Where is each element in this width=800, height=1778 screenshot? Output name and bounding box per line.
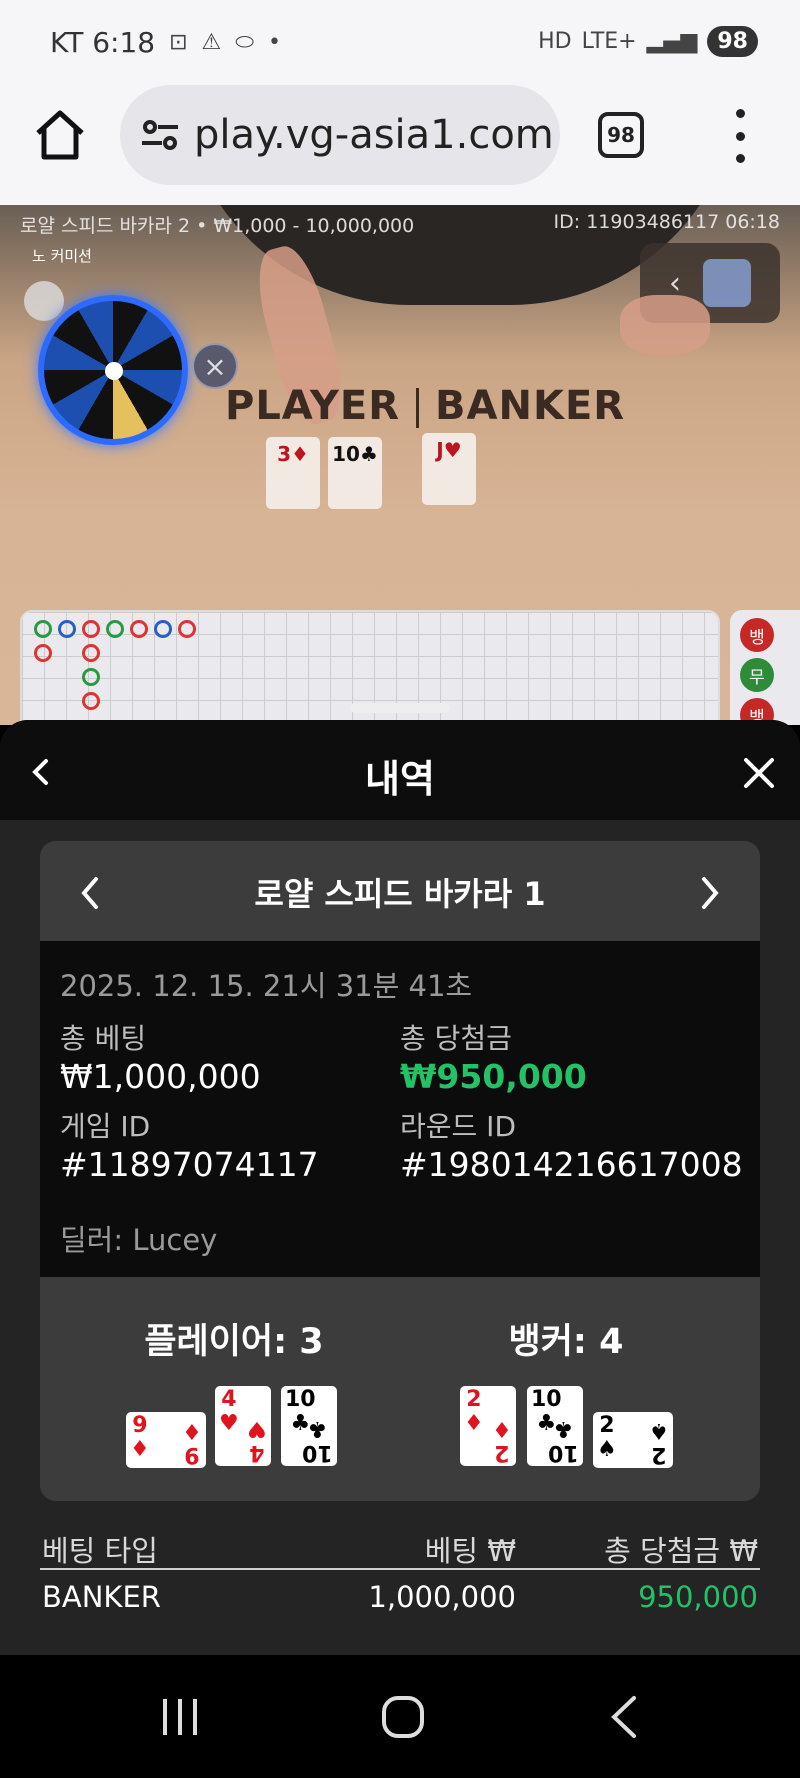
expand-icon bbox=[703, 259, 751, 307]
address-bar[interactable]: play.vg-asia1.com bbox=[120, 85, 560, 185]
next-icon[interactable] bbox=[696, 875, 724, 911]
system-nav-bar bbox=[0, 1655, 800, 1778]
site-settings-icon[interactable] bbox=[138, 113, 182, 157]
no-commission-label: 노 커미션 bbox=[32, 247, 92, 265]
bet-amount: 1,000,000 bbox=[368, 1580, 516, 1614]
win-amount: 950,000 bbox=[638, 1580, 758, 1614]
game-id-time: ID: 11903486117 06:18 bbox=[553, 211, 780, 233]
more-menu-icon[interactable] bbox=[728, 109, 752, 163]
road-tie: 무 bbox=[740, 658, 774, 692]
dealer-hand bbox=[620, 295, 710, 355]
home-nav-icon[interactable] bbox=[378, 1695, 428, 1739]
status-bar: KT 6:18 ⊡ ⚠ ⬭ • HD LTE+ ▂▄▆ 98 bbox=[0, 0, 800, 85]
indicator-dot bbox=[24, 281, 64, 321]
side-road: 뱅 무 뱅 bbox=[730, 610, 800, 725]
total-bet-label: 총 베팅 bbox=[60, 1022, 147, 1055]
dot-icon: • bbox=[268, 30, 282, 55]
round-id-label: 라운드 ID bbox=[400, 1110, 516, 1143]
warning-icon: ⚠ bbox=[201, 30, 222, 55]
signal-icon: ▂▄▆ bbox=[646, 29, 698, 54]
dealer-name: 딜러: Lucey bbox=[60, 1223, 218, 1257]
battery-icon: 98 bbox=[707, 26, 758, 57]
total-win-value: ₩950,000 bbox=[400, 1057, 587, 1096]
history-sheet: 내역 로얄 스피드 바카라 1 2025. 12. 15. 21시 31분 41… bbox=[0, 720, 800, 1655]
tab-switcher-button[interactable]: 98 bbox=[598, 112, 644, 158]
player-card: 9 ♦ 9 ♦ bbox=[126, 1412, 206, 1468]
table-card: 3♦ bbox=[266, 437, 320, 509]
round-timestamp: 2025. 12. 15. 21시 31분 41초 bbox=[60, 969, 473, 1003]
player-result: 플레이어: 3 bbox=[144, 1322, 324, 1362]
column-win-amount: 총 당첨금 ₩ bbox=[604, 1534, 758, 1568]
sheet-header: 내역 bbox=[0, 720, 800, 820]
player-card: 10 ♣ 10 ♣ bbox=[281, 1386, 337, 1466]
screenshot-icon: ⊡ bbox=[169, 30, 188, 55]
lte-icon: LTE+ bbox=[581, 29, 637, 54]
round-summary: 2025. 12. 15. 21시 31분 41초 총 베팅 ₩1,000,00… bbox=[40, 941, 760, 1277]
hands-result: 플레이어: 3 뱅커: 4 9 ♦ 9 ♦ 4 ♥ 4 ♥ 10 ♣ 10 ♣ 2 ♦ bbox=[40, 1277, 760, 1501]
game-selector: 로얄 스피드 바카라 1 bbox=[40, 841, 760, 941]
game-name: 로얄 스피드 바카라 1 bbox=[254, 875, 546, 913]
url-text: play.vg-asia1.com bbox=[194, 112, 554, 158]
table-label: PLAYER BANKER bbox=[225, 383, 626, 429]
banker-card: 10 ♣ 10 ♣ bbox=[527, 1386, 583, 1466]
game-id-value: #11897074117 bbox=[60, 1145, 319, 1184]
bonus-wheel[interactable] bbox=[38, 295, 188, 445]
game-video: 로얄 스피드 바카라 2 • ₩1,000 - 10,000,000 ID: 1… bbox=[0, 205, 800, 725]
table-header: 베팅 타입 베팅 ₩ 총 당첨금 ₩ bbox=[40, 1520, 760, 1570]
bet-type: BANKER bbox=[42, 1580, 161, 1614]
banker-card: 2 ♠ 2 ♠ bbox=[593, 1412, 673, 1468]
table-card: J♥ bbox=[422, 433, 476, 505]
table-row: BANKER 1,000,000 950,000 bbox=[40, 1572, 760, 1620]
column-bet-amount: 베팅 ₩ bbox=[424, 1534, 516, 1568]
total-win-label: 총 당첨금 bbox=[400, 1022, 512, 1055]
game-id-label: 게임 ID bbox=[60, 1110, 151, 1143]
player-card: 4 ♥ 4 ♥ bbox=[215, 1386, 271, 1466]
browser-toolbar: play.vg-asia1.com 98 bbox=[0, 85, 800, 205]
banker-result: 뱅커: 4 bbox=[508, 1322, 624, 1362]
table-card: 10♣ bbox=[328, 437, 382, 509]
carrier-time: KT 6:18 bbox=[50, 26, 156, 59]
round-id-value: #198014216617008 bbox=[400, 1145, 743, 1184]
road-banker: 뱅 bbox=[740, 618, 774, 652]
screen: KT 6:18 ⊡ ⚠ ⬭ • HD LTE+ ▂▄▆ 98 play.vg-a… bbox=[0, 0, 800, 1778]
banker-card: 2 ♦ 2 ♦ bbox=[460, 1386, 516, 1466]
recent-apps-icon[interactable] bbox=[155, 1695, 205, 1739]
game-info: 로얄 스피드 바카라 2 • ₩1,000 - 10,000,000 bbox=[20, 215, 415, 237]
drag-handle[interactable] bbox=[350, 703, 450, 713]
round-detail-card: 로얄 스피드 바카라 1 2025. 12. 15. 21시 31분 41초 총… bbox=[40, 841, 760, 1501]
column-bet-type: 베팅 타입 bbox=[42, 1534, 158, 1568]
pill-icon: ⬭ bbox=[235, 30, 255, 55]
sheet-title: 내역 bbox=[365, 757, 435, 801]
back-nav-icon[interactable] bbox=[600, 1695, 650, 1739]
total-bet-value: ₩1,000,000 bbox=[60, 1057, 261, 1096]
hd-icon: HD bbox=[538, 29, 572, 54]
home-icon[interactable] bbox=[32, 107, 88, 163]
close-icon[interactable] bbox=[742, 756, 776, 790]
